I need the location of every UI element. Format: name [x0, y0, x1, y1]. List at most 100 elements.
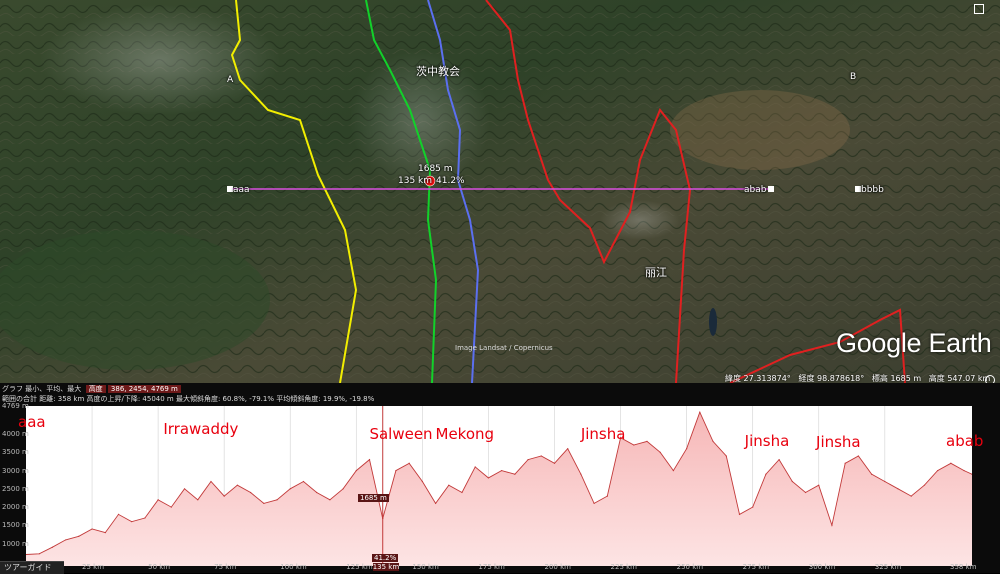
elevation-point-48: [659, 451, 661, 453]
river-label-7: abab: [946, 432, 984, 450]
y-tick-2: 3500 m: [2, 448, 29, 457]
expand-icon[interactable]: [974, 4, 984, 14]
river-label-1: Irrawaddy: [163, 420, 239, 438]
x-tick-9: 225 km: [610, 563, 638, 571]
profile-range-summary: 範囲の合計 距離: 358 km 高度の上昇/下降: 45040 m 最大傾斜角…: [2, 395, 375, 403]
elevation-point-70: [950, 462, 952, 464]
elevation-point-31: [434, 502, 437, 505]
elevation-point-44: [606, 495, 608, 497]
river-label-5: Jinsha: [744, 432, 790, 450]
elevation-point-71: [963, 469, 965, 472]
elevation-point-5: [91, 528, 93, 530]
y-tick-0: 4769 m: [2, 402, 29, 410]
y-tick-7: 1000 m: [2, 539, 29, 548]
place-church[interactable]: 茨中教会: [416, 63, 460, 79]
elevation-point-43: [593, 502, 595, 505]
elevation-point-18: [263, 502, 265, 505]
elevation-point-29: [408, 462, 410, 464]
river-label-4: Jinsha: [580, 425, 626, 443]
elevation-point-21: [302, 480, 305, 483]
map-view[interactable]: aaa abab bbbb 茨中教会 丽江 A B 1685 m 135 km …: [0, 0, 1000, 383]
elevation-point-16: [236, 484, 238, 486]
x-tick-5: 135 km: [372, 563, 400, 571]
elevation-point-11: [170, 506, 172, 508]
y-tick-5: 2000 m: [2, 503, 29, 512]
elevation-point-69: [937, 469, 939, 472]
elevation-point-40: [553, 462, 556, 464]
x-tick-11: 275 km: [742, 563, 770, 571]
elevation-point-54: [738, 513, 741, 515]
elevation-point-33: [461, 491, 463, 494]
elevation-point-39: [540, 455, 542, 457]
place-bbbb[interactable]: bbbb: [861, 185, 884, 195]
waypoint-abab: [768, 186, 774, 192]
elevation-point-64: [870, 473, 873, 475]
pin-distance: 135 km: [398, 176, 433, 186]
elevation-point-28: [395, 469, 397, 472]
elevation-point-46: [633, 444, 635, 446]
elevation-point-8: [131, 521, 133, 523]
elevation-point-52: [712, 440, 714, 442]
elevation-point-62: [844, 462, 846, 464]
cursor-elevation-label: 1685 m: [358, 494, 389, 502]
elevation-point-6: [104, 532, 106, 534]
elevation-point-12: [183, 488, 186, 490]
elevation-point-37: [514, 473, 516, 475]
elevation-point-32: [448, 484, 450, 486]
cursor-grade-label: 41.2%: [372, 554, 399, 562]
imagery-attribution: Image Landsat / Copernicus: [455, 344, 553, 352]
elevation-point-30: [421, 480, 423, 483]
elevation-point-19: [276, 499, 278, 501]
elevation-point-59: [804, 491, 807, 494]
elevation-point-17: [250, 491, 252, 494]
elevation-point-58: [791, 480, 793, 483]
x-tick-14: 358 km: [950, 563, 977, 571]
elevation-point-7: [117, 513, 120, 515]
google-earth-logo: Google Earth: [836, 328, 992, 358]
elevation-point-68: [923, 484, 926, 486]
elevation-point-2: [51, 546, 54, 548]
y-tick-3: 3000 m: [2, 466, 29, 475]
x-tick-6: 150 km: [412, 563, 439, 571]
elevation-point-15: [223, 495, 225, 497]
elevation-point-3: [65, 539, 67, 541]
elevation-point-55: [752, 506, 754, 508]
elevation-point-67: [910, 495, 912, 497]
elevation-point-34: [474, 466, 476, 468]
gear-icon[interactable]: [985, 375, 995, 383]
status-bar: 緯度 27.313874° 経度 98.878618° 標高 1685 m 高度…: [725, 374, 991, 383]
elevation-point-57: [778, 459, 780, 461]
place-aaa[interactable]: aaa: [233, 185, 250, 195]
elevation-point-53: [725, 455, 727, 457]
x-tick-3: 100 km: [280, 563, 307, 571]
elevation-profile-panel: グラフ 最小、平均、最大 高度 386, 2454, 4769 m 範囲の合計 …: [0, 383, 1000, 574]
elevation-point-42: [580, 473, 582, 475]
place-lijiang[interactable]: 丽江: [645, 264, 667, 280]
x-tick-13: 325 km: [874, 563, 902, 571]
elevation-point-35: [487, 477, 490, 479]
river-label-3: Mekong: [435, 425, 495, 443]
elevation-point-24: [342, 488, 344, 490]
elevation-point-56: [765, 473, 767, 475]
elevation-point-41: [567, 448, 569, 450]
elevation-point-13: [197, 499, 199, 501]
elevation-point-36: [501, 469, 503, 472]
marker-b: B: [850, 72, 857, 82]
elevation-point-51: [699, 411, 701, 413]
metric-selector[interactable]: 高度: [85, 385, 106, 393]
pin-elevation: 1685 m: [418, 164, 453, 174]
elevation-point-27: [382, 517, 384, 520]
elevation-point-26: [368, 459, 371, 461]
x-tick-8: 200 km: [544, 563, 571, 571]
x-tick-7: 175 km: [478, 563, 505, 571]
elevation-point-47: [646, 440, 648, 442]
marker-a: A: [227, 75, 234, 85]
elevation-point-65: [884, 480, 886, 483]
x-tick-2: 75 km: [214, 563, 237, 571]
place-abab[interactable]: abab: [744, 185, 766, 195]
x-tick-4: 125 km: [346, 563, 373, 571]
profile-stats-row: グラフ 最小、平均、最大 高度 386, 2454, 4769 m: [2, 384, 181, 394]
elevation-point-23: [329, 499, 331, 501]
tour-guide-button[interactable]: ツアーガイド: [0, 561, 64, 574]
elevation-point-66: [897, 488, 899, 490]
